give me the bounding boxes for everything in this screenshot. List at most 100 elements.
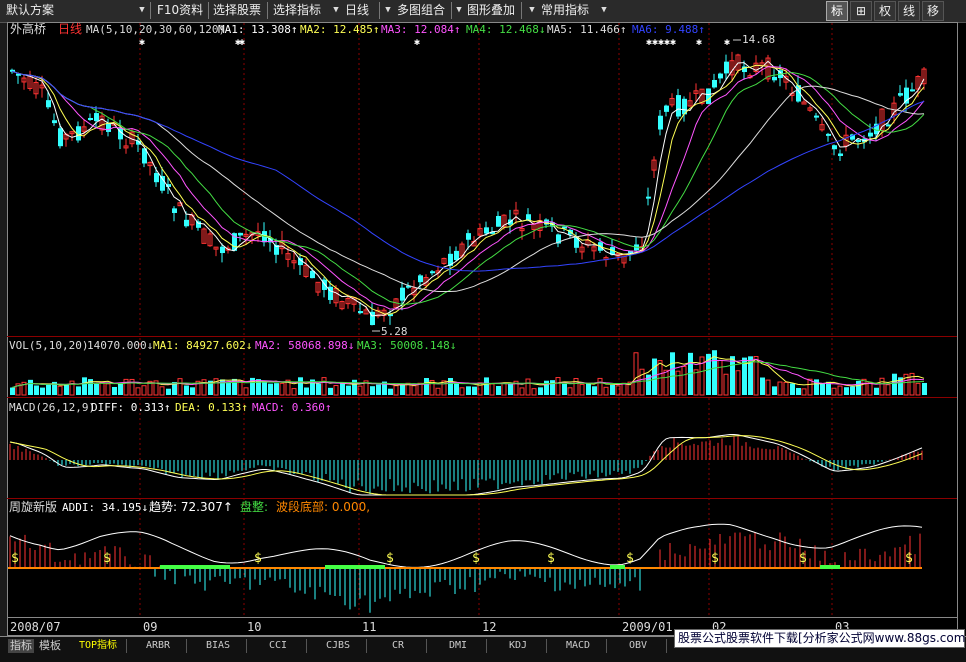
volume-bar bbox=[105, 383, 111, 396]
volume-bar bbox=[472, 386, 477, 395]
volume-bar bbox=[501, 382, 507, 396]
volume-bar bbox=[321, 377, 327, 396]
stock-chart-area[interactable]: 外高桥 日线 MA(5,10,20,30,60,120) MA1: 13.308… bbox=[0, 0, 966, 661]
vol-ma-value-2: MA2: 58068.898↓ bbox=[255, 339, 354, 352]
volume-bar bbox=[99, 381, 105, 396]
volume-bar bbox=[40, 387, 45, 395]
candle-body bbox=[184, 219, 189, 227]
volume-bar bbox=[64, 384, 69, 395]
volume-bar bbox=[304, 387, 309, 395]
indicator-tab-cjbs[interactable]: CJBS bbox=[310, 639, 367, 653]
volume-bar bbox=[274, 383, 279, 395]
date-label: 2009/01 bbox=[622, 620, 673, 634]
volume-bar bbox=[567, 387, 573, 396]
candle-body bbox=[868, 132, 873, 137]
volume-bar bbox=[579, 383, 585, 396]
volume-bar bbox=[670, 352, 675, 395]
volume-bar bbox=[777, 381, 783, 396]
candle-body bbox=[358, 311, 363, 314]
candle-body bbox=[466, 233, 471, 240]
volume-bar bbox=[46, 384, 51, 395]
volume-bar bbox=[57, 385, 63, 396]
dollar-signal-icon: $ bbox=[254, 551, 262, 566]
tab-indicator[interactable]: 指标 bbox=[8, 639, 34, 653]
indicator-tab-kdj[interactable]: KDJ bbox=[490, 639, 547, 653]
indicator-tab-top指标[interactable]: TOP指标 bbox=[70, 639, 127, 653]
candle-body bbox=[826, 133, 831, 136]
indicator-tab-cr[interactable]: CR bbox=[370, 639, 427, 653]
ma-line-5 bbox=[11, 70, 925, 292]
tab-template[interactable]: 模板 bbox=[39, 639, 61, 653]
volume-bar bbox=[177, 378, 183, 396]
date-label: 10 bbox=[247, 620, 261, 634]
volume-bar bbox=[831, 387, 837, 396]
volume-bar bbox=[454, 382, 459, 395]
indicator-tab-macd[interactable]: MACD bbox=[550, 639, 607, 653]
candle-body bbox=[574, 236, 579, 248]
volume-bar bbox=[243, 387, 249, 396]
candle-body bbox=[106, 123, 111, 132]
dollar-signal-icon: $ bbox=[11, 551, 19, 566]
zx-consolidation: 盘整: bbox=[240, 499, 268, 514]
candle-body bbox=[814, 115, 819, 118]
zx-bottom: 波段底部: 0.000, bbox=[276, 499, 370, 514]
volume-bar bbox=[735, 370, 741, 396]
volume-bar bbox=[34, 385, 39, 395]
volume-bar bbox=[850, 386, 855, 395]
star-marker-icon: ✱ bbox=[414, 37, 420, 48]
volume-bar bbox=[184, 385, 189, 395]
promo-banner[interactable]: 股票公式股票软件下载[分析家公式网www.88gs.com] bbox=[674, 629, 966, 648]
candle-body bbox=[772, 76, 777, 81]
volume-bar bbox=[861, 378, 867, 396]
candle-body bbox=[712, 79, 717, 88]
volume-bar bbox=[508, 382, 513, 395]
volume-bar bbox=[328, 387, 333, 395]
volume-bar bbox=[82, 377, 87, 395]
indicator-tab-dmi[interactable]: DMI bbox=[430, 639, 487, 653]
volume-bar bbox=[525, 378, 531, 396]
volume-bar bbox=[610, 384, 615, 395]
volume-bar bbox=[166, 388, 171, 395]
volume-bar bbox=[555, 377, 561, 396]
volume-bar bbox=[441, 380, 447, 396]
ma-value-1: MA1: 13.308↑ bbox=[218, 23, 297, 36]
candle-body bbox=[196, 221, 201, 228]
volume-bar bbox=[376, 384, 381, 395]
volume-bar bbox=[370, 386, 375, 395]
volume-bar bbox=[190, 387, 195, 395]
indicator-tab-cci[interactable]: CCI bbox=[250, 639, 307, 653]
candle-body bbox=[88, 117, 93, 120]
volume-bar bbox=[94, 383, 99, 395]
volume-bar bbox=[885, 384, 891, 396]
zx-trend: 趋势: 72.307↑ bbox=[149, 500, 233, 514]
volume-bar bbox=[723, 373, 729, 396]
dollar-signal-icon: $ bbox=[799, 551, 807, 566]
volume-bar bbox=[820, 383, 825, 395]
volume-bar bbox=[796, 387, 801, 395]
volume-bar bbox=[915, 382, 921, 396]
ma-value-4: MA4: 12.468↓ bbox=[466, 23, 545, 36]
volume-bar bbox=[316, 383, 321, 395]
volume-bar bbox=[730, 356, 735, 395]
volume-bar bbox=[663, 369, 669, 396]
indicator-tab-obv[interactable]: OBV bbox=[610, 639, 667, 653]
star-marker-icon: ✱ bbox=[724, 37, 730, 48]
volume-bar bbox=[333, 385, 339, 396]
volume-bar bbox=[112, 386, 117, 395]
volume-bar bbox=[411, 385, 417, 396]
volume-bar bbox=[262, 381, 267, 395]
volume-bar bbox=[268, 383, 273, 395]
volume-bar bbox=[489, 383, 495, 396]
ma-line-2 bbox=[11, 64, 925, 315]
star-marker-icon: ✱ bbox=[696, 37, 702, 48]
candle-body bbox=[898, 93, 903, 96]
candle-body bbox=[46, 100, 51, 108]
volume-bar bbox=[159, 386, 165, 396]
indicator-tab-arbr[interactable]: ARBR bbox=[130, 639, 187, 653]
candle-body bbox=[154, 173, 159, 183]
indicator-tab-bias[interactable]: BIAS bbox=[190, 639, 247, 653]
volume-bar bbox=[448, 378, 453, 395]
volume-bar bbox=[879, 377, 885, 396]
volume-bar bbox=[340, 382, 345, 395]
volume-bar bbox=[675, 370, 681, 396]
